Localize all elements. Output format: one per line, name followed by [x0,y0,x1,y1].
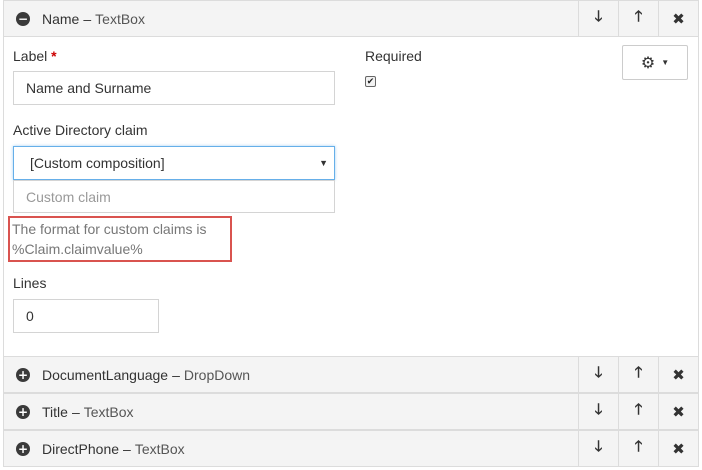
field-name: Title [42,403,68,420]
remove-button[interactable]: ✖ [658,394,698,429]
move-down-button[interactable]: 🡓 [578,431,618,466]
label-input-value: Name and Surname [26,80,152,96]
plus-circle-icon[interactable]: + [16,441,30,456]
required-asterisk: * [51,48,57,64]
remove-button[interactable]: ✖ [658,357,698,392]
arrow-down-icon: 🡓 [594,363,603,381]
caret-down-icon: ▼ [319,158,328,168]
field-row-title[interactable]: + DirectPhone – TextBox [16,431,185,466]
field-row-actions: 🡓 🡑 ✖ [578,357,698,392]
field-type: DropDown [183,366,251,383]
field-row-title[interactable]: − Name – TextBox [16,1,145,36]
minus-circle-icon[interactable]: − [16,11,30,26]
field-separator: – [123,440,131,457]
move-down-button[interactable]: 🡓 [578,394,618,429]
field-row-documentlanguage: + DocumentLanguage – DropDown 🡓 🡑 ✖ [3,356,699,393]
settings-dropdown-button[interactable]: ⚙ ▼ [622,45,688,80]
field-type: TextBox [83,403,134,420]
arrow-up-icon: 🡑 [634,400,643,418]
custom-claim-format-hint: The format for custom claims is %Claim.c… [8,216,232,262]
ad-claim-label: Active Directory claim [13,122,148,138]
close-icon: ✖ [672,439,685,458]
close-icon: ✖ [672,365,685,384]
field-separator: – [83,10,92,27]
move-up-button[interactable]: 🡑 [618,431,658,466]
chevron-down-icon: ▼ [661,58,670,67]
field-row-title[interactable]: + DocumentLanguage – DropDown [16,357,250,392]
field-row-directphone: + DirectPhone – TextBox 🡓 🡑 ✖ [3,430,699,467]
field-row-name: − Name – TextBox 🡓 🡑 ✖ [3,0,699,37]
label-input[interactable]: Name and Surname [13,71,335,105]
remove-button[interactable]: ✖ [658,431,698,466]
label-field-label: Label * [13,48,57,64]
lines-input-value: 0 [26,308,34,324]
field-type: TextBox [95,10,145,27]
arrow-down-icon: 🡓 [594,7,603,25]
move-up-button[interactable]: 🡑 [618,1,658,36]
arrow-up-icon: 🡑 [634,437,643,455]
custom-claim-placeholder: Custom claim [26,188,111,205]
custom-claim-input[interactable]: Custom claim [13,180,335,213]
field-separator: – [71,403,80,420]
field-row-actions: 🡓 🡑 ✖ [578,1,698,36]
arrow-up-icon: 🡑 [634,7,643,25]
move-down-button[interactable]: 🡓 [578,357,618,392]
move-up-button[interactable]: 🡑 [618,394,658,429]
plus-circle-icon[interactable]: + [16,404,30,419]
close-icon: ✖ [672,9,685,28]
hint-line-1: The format for custom claims is [12,221,207,237]
lines-label: Lines [13,275,47,291]
move-up-button[interactable]: 🡑 [618,357,658,392]
field-row-title-textbox: + Title – TextBox 🡓 🡑 ✖ [3,393,699,430]
arrow-down-icon: 🡓 [594,437,603,455]
ad-claim-selected-value: [Custom composition] [30,155,165,171]
arrow-down-icon: 🡓 [594,400,603,418]
gear-icon: ⚙ [640,53,656,72]
plus-circle-icon[interactable]: + [16,367,30,382]
hint-line-2: %Claim.claimvalue% [12,241,143,257]
field-row-actions: 🡓 🡑 ✖ [578,394,698,429]
move-down-button[interactable]: 🡓 [578,1,618,36]
required-checkbox[interactable]: ✔ [365,76,376,87]
arrow-up-icon: 🡑 [634,363,643,381]
field-row-title[interactable]: + Title – TextBox [16,394,134,429]
field-name: DirectPhone [42,440,120,457]
required-label: Required [365,48,422,64]
lines-input[interactable]: 0 [13,299,159,333]
field-name: Name [42,10,80,27]
close-icon: ✖ [672,402,685,421]
field-row-actions: 🡓 🡑 ✖ [578,431,698,466]
field-name: DocumentLanguage [42,366,169,383]
ad-claim-select[interactable]: [Custom composition] ▼ [13,146,335,180]
remove-button[interactable]: ✖ [658,1,698,36]
field-type: TextBox [134,440,185,457]
field-separator: – [172,366,180,383]
